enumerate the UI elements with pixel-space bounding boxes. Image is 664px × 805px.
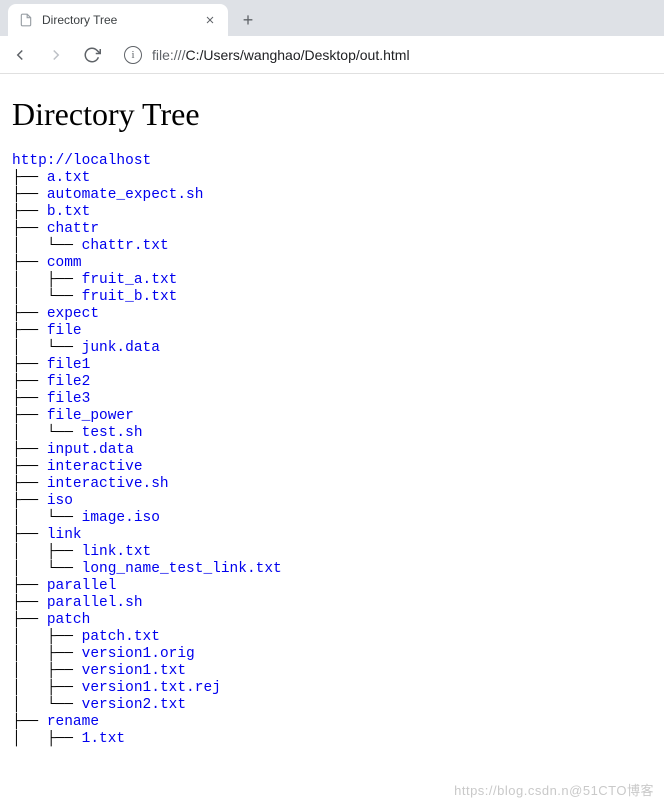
tree-item-link[interactable]: fruit_a.txt [82,272,178,288]
watermark: https://blog.csdn.n@51CTO博客 [454,780,654,799]
page-content: Directory Tree http://localhost ├── a.tx… [0,74,664,760]
tree-item-link[interactable]: patch [47,612,91,628]
tree-item-link[interactable]: image.iso [82,510,160,526]
tree-item-link[interactable]: link.txt [82,544,152,560]
tree-item-link[interactable]: chattr [47,221,99,237]
tab-title: Directory Tree [42,13,194,27]
tree-item-link[interactable]: 1.txt [82,731,126,747]
page-title: Directory Tree [12,96,652,133]
site-info-icon[interactable]: i [124,46,142,64]
tree-item-link[interactable]: link [47,527,82,543]
tree-item-link[interactable]: comm [47,255,82,271]
tree-root-link[interactable]: http://localhost [12,153,151,169]
forward-button[interactable] [44,43,68,67]
tree-item-link[interactable]: input.data [47,442,134,458]
url-text: file:///C:/Users/wanghao/Desktop/out.htm… [152,47,410,63]
tree-item-link[interactable]: version2.txt [82,697,186,713]
tree-item-link[interactable]: rename [47,714,99,730]
tree-item-link[interactable]: b.txt [47,204,91,220]
reload-button[interactable] [80,43,104,67]
tree-item-link[interactable]: automate_expect.sh [47,187,204,203]
tree-item-link[interactable]: junk.data [82,340,160,356]
browser-tab[interactable]: Directory Tree [8,4,228,36]
tree-item-link[interactable]: interactive [47,459,143,475]
tree-item-link[interactable]: file_power [47,408,134,424]
tree-item-link[interactable]: version1.txt [82,663,186,679]
tree-item-link[interactable]: test.sh [82,425,143,441]
browser-tabbar: Directory Tree + [0,0,664,36]
file-icon [18,12,34,28]
tree-item-link[interactable]: interactive.sh [47,476,169,492]
tree-item-link[interactable]: file1 [47,357,91,373]
tree-item-link[interactable]: parallel [47,578,117,594]
tree-item-link[interactable]: file [47,323,82,339]
tree-item-link[interactable]: version1.txt.rej [82,680,221,696]
tree-item-link[interactable]: parallel.sh [47,595,143,611]
tree-item-link[interactable]: version1.orig [82,646,195,662]
tree-item-link[interactable]: file3 [47,391,91,407]
tree-item-link[interactable]: long_name_test_link.txt [82,561,282,577]
tree-item-link[interactable]: patch.txt [82,629,160,645]
directory-tree: http://localhost ├── a.txt ├── automate_… [12,153,652,748]
address-bar[interactable]: i file:///C:/Users/wanghao/Desktop/out.h… [124,46,410,64]
tree-item-link[interactable]: expect [47,306,99,322]
close-tab-icon[interactable] [202,12,218,28]
tree-item-link[interactable]: file2 [47,374,91,390]
tree-item-link[interactable]: iso [47,493,73,509]
back-button[interactable] [8,43,32,67]
browser-toolbar: i file:///C:/Users/wanghao/Desktop/out.h… [0,36,664,74]
new-tab-button[interactable]: + [234,6,262,34]
tree-item-link[interactable]: a.txt [47,170,91,186]
tree-item-link[interactable]: chattr.txt [82,238,169,254]
tree-item-link[interactable]: fruit_b.txt [82,289,178,305]
